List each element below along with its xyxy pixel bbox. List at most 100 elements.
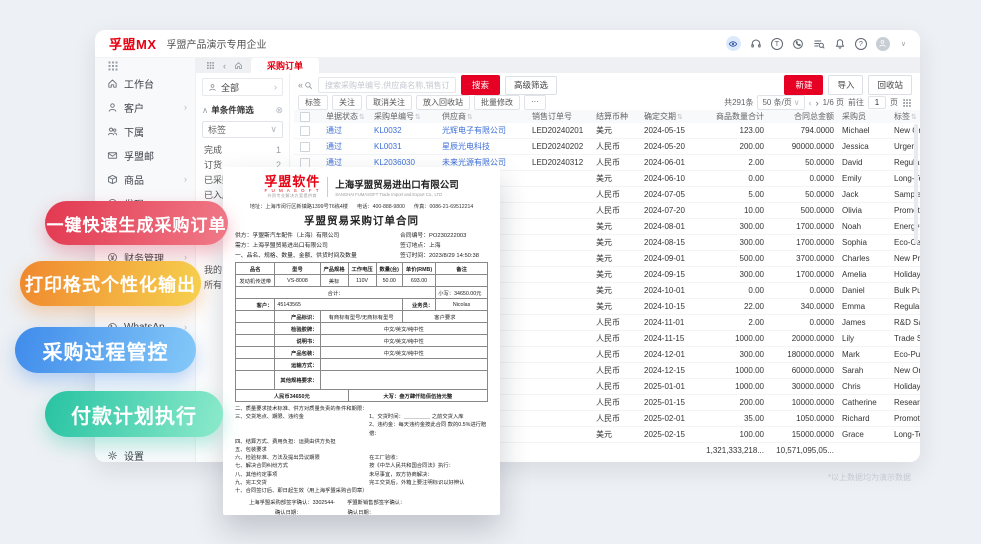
sidebar-item-10[interactable]: 设置 (95, 443, 195, 462)
sidebar-item-5[interactable]: 商品 › (95, 167, 195, 191)
cell: 100.00 (702, 426, 768, 443)
sidebar-item-2[interactable]: 客户 › (95, 95, 195, 119)
batch-action-button[interactable]: 标签 (298, 95, 328, 110)
home-icon (107, 78, 118, 89)
demo-eye-button[interactable] (725, 36, 741, 51)
cell (528, 362, 592, 379)
column-settings-icon[interactable] (902, 98, 912, 108)
avatar[interactable] (875, 36, 890, 51)
whatsapp-icon[interactable] (792, 38, 804, 50)
tab-bar: ‹ 采购订单 (196, 58, 920, 73)
sort-icon[interactable]: ⇅ (677, 114, 683, 121)
supplier-link[interactable]: 星辰光电科技 (438, 138, 528, 155)
sidebar-item-4[interactable]: 孚盟邮 (95, 143, 195, 167)
supplier-link[interactable]: 光辉电子有限公司 (438, 123, 528, 139)
import-button[interactable]: 导入 (828, 75, 864, 95)
brand-logo: 孚盟MX (109, 37, 157, 52)
column-header[interactable]: 供应商⇅ (438, 110, 528, 123)
tab-scroll-left-icon[interactable]: ‹ (219, 58, 230, 73)
sort-icon[interactable]: ⇅ (911, 114, 917, 121)
contract-term-line: 四、结算方式、费用负担：运费由供方负担 (235, 438, 336, 445)
cell: 0.0000 (768, 314, 838, 331)
sort-icon[interactable]: ⇅ (359, 114, 365, 121)
row-checkbox[interactable] (300, 141, 310, 152)
page-size-select[interactable]: 50 条/页 ∨ (757, 95, 805, 110)
clear-filter-icon[interactable]: ⊗ (275, 105, 283, 116)
contract-spec-cell: 美标 (319, 274, 349, 288)
cell: 2025-02-15 (640, 426, 702, 443)
column-header[interactable]: 采购单编号⇅ (370, 110, 438, 123)
cell: Emma (838, 298, 890, 315)
contract-spec-cell: 小写：34650.00元 (435, 286, 488, 300)
batch-action-button[interactable]: 取消关注 (366, 95, 412, 110)
goto-page-input[interactable] (868, 96, 886, 109)
chevron-right-icon: › (184, 174, 187, 184)
contract-spec-cell: VS-8008 (274, 274, 321, 288)
cell: Daniel (838, 282, 890, 299)
owner-scope-select[interactable]: 全部 › (202, 78, 283, 96)
cell (528, 186, 592, 203)
cell: 340.0000 (768, 298, 838, 315)
sidebar-item-3[interactable]: 下属 (95, 119, 195, 143)
contract-spec-cell: 业务员： (401, 298, 437, 312)
table-scrollbar[interactable] (914, 124, 918, 244)
column-header[interactable]: 确定交期⇅ (640, 110, 702, 123)
cell: 人民币 (592, 410, 640, 427)
order-code-link[interactable]: KL0032 (370, 123, 438, 139)
cell: Charles (838, 250, 890, 267)
cell: 1700.0000 (768, 218, 838, 235)
sidebar-item-1[interactable]: 工作台 (95, 71, 195, 95)
cell: 人民币 (592, 314, 640, 331)
filter-item-label: 完成 (204, 145, 223, 155)
apps-grid-icon[interactable] (202, 58, 219, 73)
row-checkbox[interactable] (300, 157, 310, 168)
contract-supplier: 供方：孚盟斯汽车配件（上海）有限公司 (235, 232, 340, 239)
contract-spec-cell (234, 322, 276, 336)
status-link[interactable]: 通过 (322, 123, 370, 139)
avatar-chevron-down-icon[interactable]: ∨ (901, 40, 906, 48)
next-page-icon[interactable]: › (816, 98, 819, 108)
headset-icon[interactable] (750, 38, 762, 50)
tag-filter-dropdown[interactable]: 标签 ∨ (202, 121, 283, 138)
column-header[interactable]: 单据状态⇅ (322, 110, 370, 123)
total-amount: 10,571,095,05... (776, 446, 834, 455)
batch-action-button[interactable]: ··· (524, 95, 546, 110)
batch-action-button[interactable]: 放入回收站 (416, 95, 470, 110)
row-checkbox[interactable] (300, 125, 310, 136)
search-input[interactable] (323, 79, 452, 91)
home-tab-icon[interactable] (230, 58, 247, 73)
column-header[interactable]: 标签⇅ (890, 110, 920, 123)
task-search-icon[interactable] (813, 38, 825, 50)
contract-spec-cell: 其他规格要求： (274, 370, 321, 391)
select-all-checkbox[interactable] (300, 111, 310, 122)
ticket-icon[interactable]: T (770, 37, 783, 50)
filter-section-header[interactable]: ∧ 单条件筛选 ⊗ (202, 104, 283, 116)
batch-action-button[interactable]: 关注 (332, 95, 362, 110)
cell (528, 266, 592, 283)
contract-spec-cell: 检验胶牌： (274, 322, 321, 336)
tab-purchase-orders[interactable]: 采购订单 (251, 58, 320, 73)
status-link[interactable]: 通过 (322, 138, 370, 155)
contract-parties: 供方：孚盟斯汽车配件（上海）有限公司 需方：上海孚盟贸易进出口有限公司 一、品名… (235, 231, 488, 261)
advanced-filter-button[interactable]: 高级筛选 (505, 75, 558, 95)
total-count: 共291条 (724, 98, 754, 107)
bell-icon[interactable] (834, 38, 846, 50)
owner-scope-value: 全部 (221, 82, 240, 93)
cell: 2024-10-15 (640, 298, 702, 315)
cell: 美元 (592, 170, 640, 187)
filter-item[interactable]: 完成 1 (202, 142, 283, 157)
new-button[interactable]: 新建 (784, 75, 824, 95)
recycle-bin-button[interactable]: 回收站 (868, 75, 912, 95)
sidebar-collapse[interactable] (95, 58, 195, 71)
batch-action-button[interactable]: 批量修改 (474, 95, 520, 110)
cell: 美元 (592, 234, 640, 251)
contract-spec-cell: 发动机传送带 (234, 274, 276, 288)
prev-page-icon[interactable]: ‹ (809, 98, 812, 108)
sort-icon[interactable]: ⇅ (467, 114, 473, 121)
filter-item-label: 所有 (204, 280, 223, 290)
order-code-link[interactable]: KL0031 (370, 138, 438, 155)
search-button[interactable]: 搜索 (461, 75, 501, 95)
collapse-search-icon[interactable]: « (298, 80, 313, 90)
sort-icon[interactable]: ⇅ (415, 114, 421, 121)
help-icon[interactable]: ? (854, 37, 867, 50)
